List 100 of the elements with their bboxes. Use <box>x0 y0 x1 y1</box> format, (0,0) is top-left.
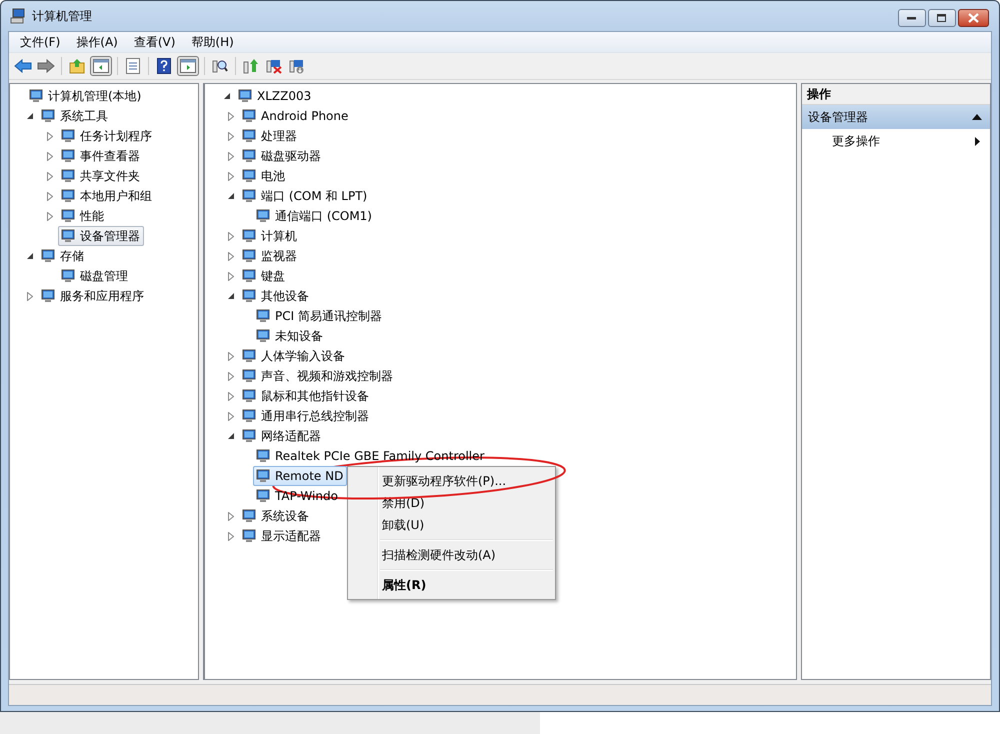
maximize-button[interactable] <box>928 9 956 27</box>
device-icon <box>60 188 76 204</box>
tree-item[interactable]: 通信端口 (COM1) <box>253 206 376 226</box>
device-icon <box>255 468 271 484</box>
collapse-arrow-icon[interactable] <box>227 432 235 440</box>
device-icon <box>60 228 76 244</box>
tree-item[interactable]: Android Phone <box>239 106 352 126</box>
menu-item[interactable]: 查看(V) <box>126 32 182 52</box>
tree-item[interactable]: 声音、视频和游戏控制器 <box>239 366 397 386</box>
device-icon <box>241 228 257 244</box>
menu-item[interactable]: 卸载(U) <box>350 514 553 536</box>
tree-item[interactable]: 监视器 <box>239 246 301 266</box>
tree-item[interactable]: 计算机管理(本地) <box>26 86 146 106</box>
tree-item[interactable]: 电池 <box>239 166 289 186</box>
help-icon[interactable] <box>154 56 174 76</box>
device-icon <box>241 348 257 364</box>
expand-arrow-icon[interactable] <box>228 372 234 380</box>
tree-item[interactable]: 服务和应用程序 <box>38 286 148 306</box>
pane-toggle-icon[interactable] <box>177 56 199 76</box>
expand-arrow-icon[interactable] <box>228 412 234 420</box>
tree-item[interactable]: PCI 简易通讯控制器 <box>253 306 386 326</box>
device-icon <box>28 88 44 104</box>
expand-arrow-icon[interactable] <box>27 292 33 300</box>
expand-arrow-icon[interactable] <box>228 232 234 240</box>
collapse-arrow-icon[interactable] <box>26 252 34 260</box>
tree-item[interactable]: 磁盘管理 <box>58 266 132 286</box>
tree-item[interactable]: 性能 <box>58 206 108 226</box>
tree-item[interactable]: 共享文件夹 <box>58 166 144 186</box>
tree-item[interactable]: 鼠标和其他指针设备 <box>239 386 373 406</box>
action-section[interactable]: 设备管理器 <box>802 105 990 129</box>
device-icon <box>60 148 76 164</box>
expand-arrow-icon[interactable] <box>228 152 234 160</box>
tree-item[interactable]: 端口 (COM 和 LPT) <box>239 186 372 206</box>
expand-arrow-icon[interactable] <box>228 532 234 540</box>
expand-arrow-icon[interactable] <box>47 212 53 220</box>
expand-arrow-icon[interactable] <box>228 272 234 280</box>
device-icon <box>40 248 56 264</box>
menu-item[interactable]: 属性(R) <box>350 574 553 596</box>
tree-item[interactable]: 键盘 <box>239 266 289 286</box>
forward-arrow-icon[interactable] <box>36 56 56 76</box>
close-button[interactable] <box>958 9 989 27</box>
collapse-arrow-icon[interactable] <box>227 192 235 200</box>
expand-arrow-icon[interactable] <box>228 392 234 400</box>
tree-item[interactable]: 处理器 <box>239 126 301 146</box>
collapse-arrow-icon[interactable] <box>227 292 235 300</box>
maximize-icon <box>937 14 947 22</box>
submenu-arrow-icon <box>975 136 980 146</box>
pane-toggle-icon[interactable] <box>90 56 112 76</box>
tree-item[interactable]: 显示适配器 <box>239 526 325 546</box>
tree-item[interactable]: 设备管理器 <box>58 226 144 246</box>
menu-item[interactable]: 更新驱动程序软件(P)... <box>350 470 553 492</box>
collapse-arrow-icon[interactable] <box>26 112 34 120</box>
minimize-icon <box>907 16 917 20</box>
tree-item[interactable]: 事件查看器 <box>58 146 144 166</box>
device-icon <box>255 488 271 504</box>
tree-item[interactable]: 计算机 <box>239 226 301 246</box>
back-arrow-icon[interactable] <box>13 56 33 76</box>
device-icon <box>60 128 76 144</box>
device-icon <box>241 388 257 404</box>
tree-item[interactable]: XLZZ003 <box>235 86 316 106</box>
folder-up-icon[interactable] <box>67 56 87 76</box>
tree-item[interactable]: 系统工具 <box>38 106 112 126</box>
tree-item[interactable]: 存储 <box>38 246 88 266</box>
computer-icon <box>10 8 26 24</box>
expand-arrow-icon[interactable] <box>228 512 234 520</box>
tree-item[interactable]: Remote ND <box>253 466 348 486</box>
minimize-button[interactable] <box>898 9 926 27</box>
expand-arrow-icon[interactable] <box>47 152 53 160</box>
expand-arrow-icon[interactable] <box>228 172 234 180</box>
tree-item[interactable]: 未知设备 <box>253 326 327 346</box>
properties-icon[interactable] <box>123 56 143 76</box>
device-icon <box>60 168 76 184</box>
tree-item[interactable]: 通用串行总线控制器 <box>239 406 373 426</box>
expand-arrow-icon[interactable] <box>228 252 234 260</box>
expand-arrow-icon[interactable] <box>228 132 234 140</box>
tree-item[interactable]: 本地用户和组 <box>58 186 156 206</box>
device-icon <box>241 428 257 444</box>
menu-item[interactable]: 扫描检测硬件改动(A) <box>350 544 553 566</box>
actions-header: 操作 <box>802 84 990 105</box>
device-icon <box>241 168 257 184</box>
device-icon <box>40 108 56 124</box>
expand-arrow-icon[interactable] <box>47 172 53 180</box>
menu-item[interactable]: 帮助(H) <box>184 32 241 52</box>
tree-item[interactable]: 其他设备 <box>239 286 313 306</box>
menu-item[interactable]: 操作(A) <box>69 32 125 52</box>
section-title: 设备管理器 <box>808 108 868 126</box>
menu-item[interactable]: 文件(F) <box>13 32 68 52</box>
tree-item[interactable]: 磁盘驱动器 <box>239 146 325 166</box>
tree-item[interactable]: 系统设备 <box>239 506 313 526</box>
collapse-arrow-icon[interactable] <box>972 114 982 120</box>
expand-arrow-icon[interactable] <box>228 112 234 120</box>
expand-arrow-icon[interactable] <box>47 132 53 140</box>
expand-arrow-icon[interactable] <box>47 192 53 200</box>
collapse-arrow-icon[interactable] <box>223 92 231 100</box>
device-icon <box>241 268 257 284</box>
action-link[interactable]: 更多操作 <box>802 129 990 153</box>
tree-item[interactable]: 人体学输入设备 <box>239 346 349 366</box>
tree-item[interactable]: 任务计划程序 <box>58 126 156 146</box>
expand-arrow-icon[interactable] <box>228 352 234 360</box>
tree-item[interactable]: 网络适配器 <box>239 426 325 446</box>
